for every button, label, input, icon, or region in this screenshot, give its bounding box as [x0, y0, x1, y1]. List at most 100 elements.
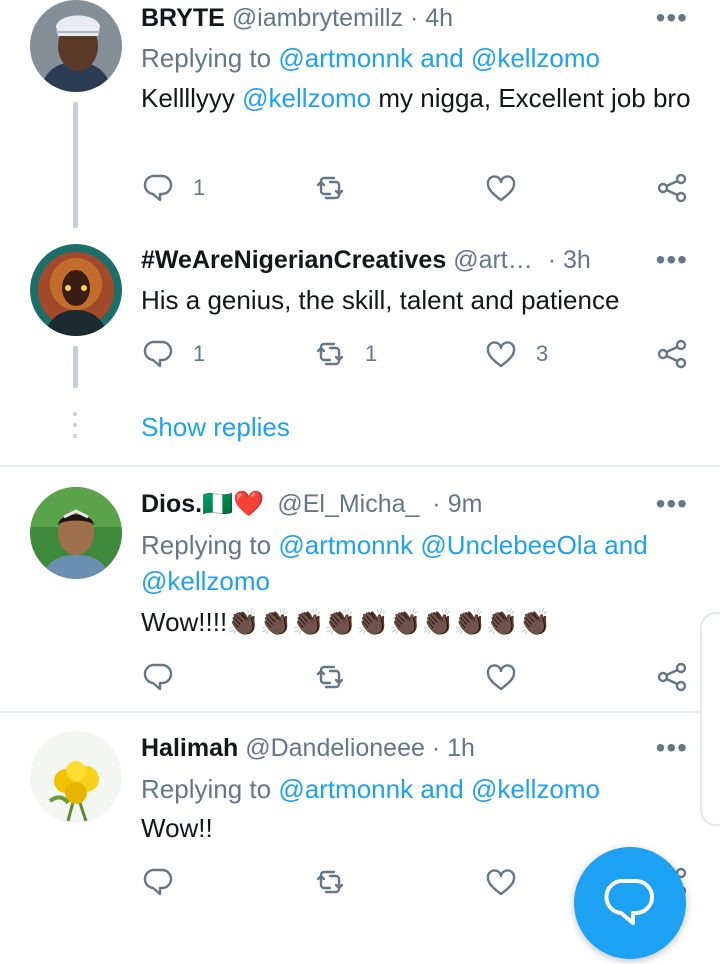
- tweet-header: #WeAreNigerianCreatives @art… · 3h: [141, 245, 591, 275]
- share-button[interactable]: [655, 170, 689, 206]
- reply-button[interactable]: [141, 659, 193, 695]
- replying-and: and: [604, 530, 648, 560]
- tweet-header: Halimah @Dandelioneee · 1h: [141, 733, 475, 763]
- thread-continuation-dots: [73, 412, 77, 445]
- tweet-1[interactable]: BRYTE @iambrytemillz · 4h ••• Replying t…: [0, 0, 720, 230]
- compose-reply-icon: [604, 878, 654, 925]
- mention-link[interactable]: @kellzomo: [242, 83, 371, 113]
- display-name[interactable]: #WeAreNigerianCreatives: [141, 246, 446, 274]
- show-replies-link[interactable]: Show replies: [141, 412, 290, 443]
- retweet-count: 1: [365, 341, 378, 366]
- replying-to-continued: @kellzomo: [141, 563, 270, 599]
- reply-icon: [143, 340, 173, 368]
- mention-link[interactable]: @artmonnk: [278, 43, 413, 73]
- like-icon: [486, 175, 516, 202]
- tweet-text: His a genius, the skill, talent and pati…: [141, 285, 620, 315]
- timestamp[interactable]: 4h: [425, 4, 453, 32]
- share-icon: [657, 662, 687, 692]
- reply-count: 1: [193, 175, 206, 200]
- replying-to: Replying to @artmonnk and @kellzomo: [141, 771, 600, 807]
- like-icon: [486, 869, 516, 896]
- thread-line: [73, 346, 78, 388]
- like-icon: [486, 664, 516, 691]
- mention-link[interactable]: @kellzomo: [471, 774, 600, 804]
- user-handle[interactable]: @art…: [453, 246, 533, 274]
- thread-line: [73, 102, 78, 228]
- reply-icon: [143, 174, 173, 202]
- like-icon: [486, 341, 516, 368]
- tweet-actions: [141, 659, 691, 695]
- user-handle[interactable]: @El_Micha_: [277, 490, 419, 518]
- share-icon: [657, 173, 687, 203]
- retweet-button[interactable]: [313, 170, 365, 206]
- like-button[interactable]: [484, 170, 536, 206]
- retweet-button[interactable]: [313, 659, 365, 695]
- retweet-icon: [316, 665, 344, 689]
- timestamp[interactable]: 9m: [448, 490, 483, 518]
- more-icon[interactable]: •••: [656, 4, 688, 32]
- reply-button[interactable]: 1: [141, 336, 205, 372]
- tweet-actions: 1: [141, 170, 691, 206]
- avatar[interactable]: [30, 487, 122, 579]
- reply-button[interactable]: [141, 864, 193, 900]
- tweet-header: Dios.🇳🇬❤️ @El_Micha_ · 9m: [141, 489, 482, 519]
- tweet-2[interactable]: #WeAreNigerianCreatives @art… · 3h ••• H…: [0, 240, 720, 400]
- replying-to: Replying to @artmonnk and @kellzomo: [141, 40, 600, 76]
- display-name[interactable]: Halimah: [141, 734, 238, 762]
- replying-and: and: [420, 774, 464, 804]
- like-count: 3: [536, 341, 549, 366]
- timestamp[interactable]: 1h: [447, 734, 475, 762]
- separator-dot: ·: [431, 734, 441, 762]
- replying-and: and: [420, 43, 464, 73]
- mention-link[interactable]: @artmonnk: [278, 774, 413, 804]
- mention-link[interactable]: @artmonnk: [278, 530, 413, 560]
- separator-dot: ·: [432, 490, 441, 518]
- share-button[interactable]: [655, 659, 689, 695]
- user-handle[interactable]: @iambrytemillz: [232, 4, 403, 32]
- retweet-icon: [316, 342, 344, 366]
- display-name[interactable]: BRYTE: [141, 4, 225, 32]
- share-button[interactable]: [655, 336, 689, 372]
- divider: [0, 711, 720, 713]
- more-icon[interactable]: •••: [656, 246, 688, 274]
- avatar[interactable]: [30, 731, 122, 823]
- retweet-button[interactable]: 1: [313, 336, 377, 372]
- like-button[interactable]: [484, 659, 536, 695]
- separator-dot: ·: [547, 246, 557, 274]
- reply-count: 1: [193, 341, 206, 366]
- timestamp[interactable]: 3h: [563, 246, 591, 274]
- replying-to-label: Replying to: [141, 774, 272, 804]
- scrollbar[interactable]: [700, 612, 720, 826]
- text-part: my nigga, Excellent job bro: [378, 83, 691, 113]
- tweet-3[interactable]: Dios.🇳🇬❤️ @El_Micha_ · 9m ••• Replying t…: [0, 484, 720, 704]
- mention-link[interactable]: @kellzomo: [471, 43, 600, 73]
- separator-dot: ·: [409, 4, 419, 32]
- avatar[interactable]: [30, 0, 122, 92]
- display-name[interactable]: Dios.🇳🇬❤️: [141, 490, 264, 518]
- like-button[interactable]: [484, 864, 536, 900]
- reply-icon: [143, 663, 173, 691]
- like-button[interactable]: 3: [484, 336, 548, 372]
- more-icon[interactable]: •••: [656, 490, 688, 518]
- compose-reply-button[interactable]: [574, 847, 686, 959]
- divider: [0, 465, 720, 467]
- mention-link[interactable]: @UnclebeeOla: [420, 530, 597, 560]
- mention-link[interactable]: @kellzomo: [141, 566, 270, 596]
- avatar[interactable]: [30, 244, 122, 336]
- tweet-text: Wow!!: [141, 813, 213, 843]
- text-part: Kellllyyy: [141, 83, 235, 113]
- replying-to-label: Replying to: [141, 530, 272, 560]
- retweet-icon: [316, 870, 344, 894]
- retweet-button[interactable]: [313, 864, 365, 900]
- tweet-actions: 1 1 3: [141, 336, 691, 372]
- replying-to-label: Replying to: [141, 43, 272, 73]
- tweet-text: Wow!!!!👏🏿👏🏿👏🏿👏🏿👏🏿👏🏿👏🏿👏🏿👏🏿👏🏿: [141, 607, 551, 637]
- tweet-header: BRYTE @iambrytemillz · 4h: [141, 3, 453, 33]
- replying-to: Replying to @artmonnk @UnclebeeOla and: [141, 527, 648, 563]
- retweet-icon: [316, 176, 344, 200]
- user-handle[interactable]: @Dandelioneee: [245, 734, 425, 762]
- more-icon[interactable]: •••: [656, 734, 688, 762]
- tweet-text: Kellllyyy @kellzomo my nigga, Excellent …: [141, 80, 701, 116]
- share-icon: [657, 339, 687, 369]
- reply-button[interactable]: 1: [141, 170, 205, 206]
